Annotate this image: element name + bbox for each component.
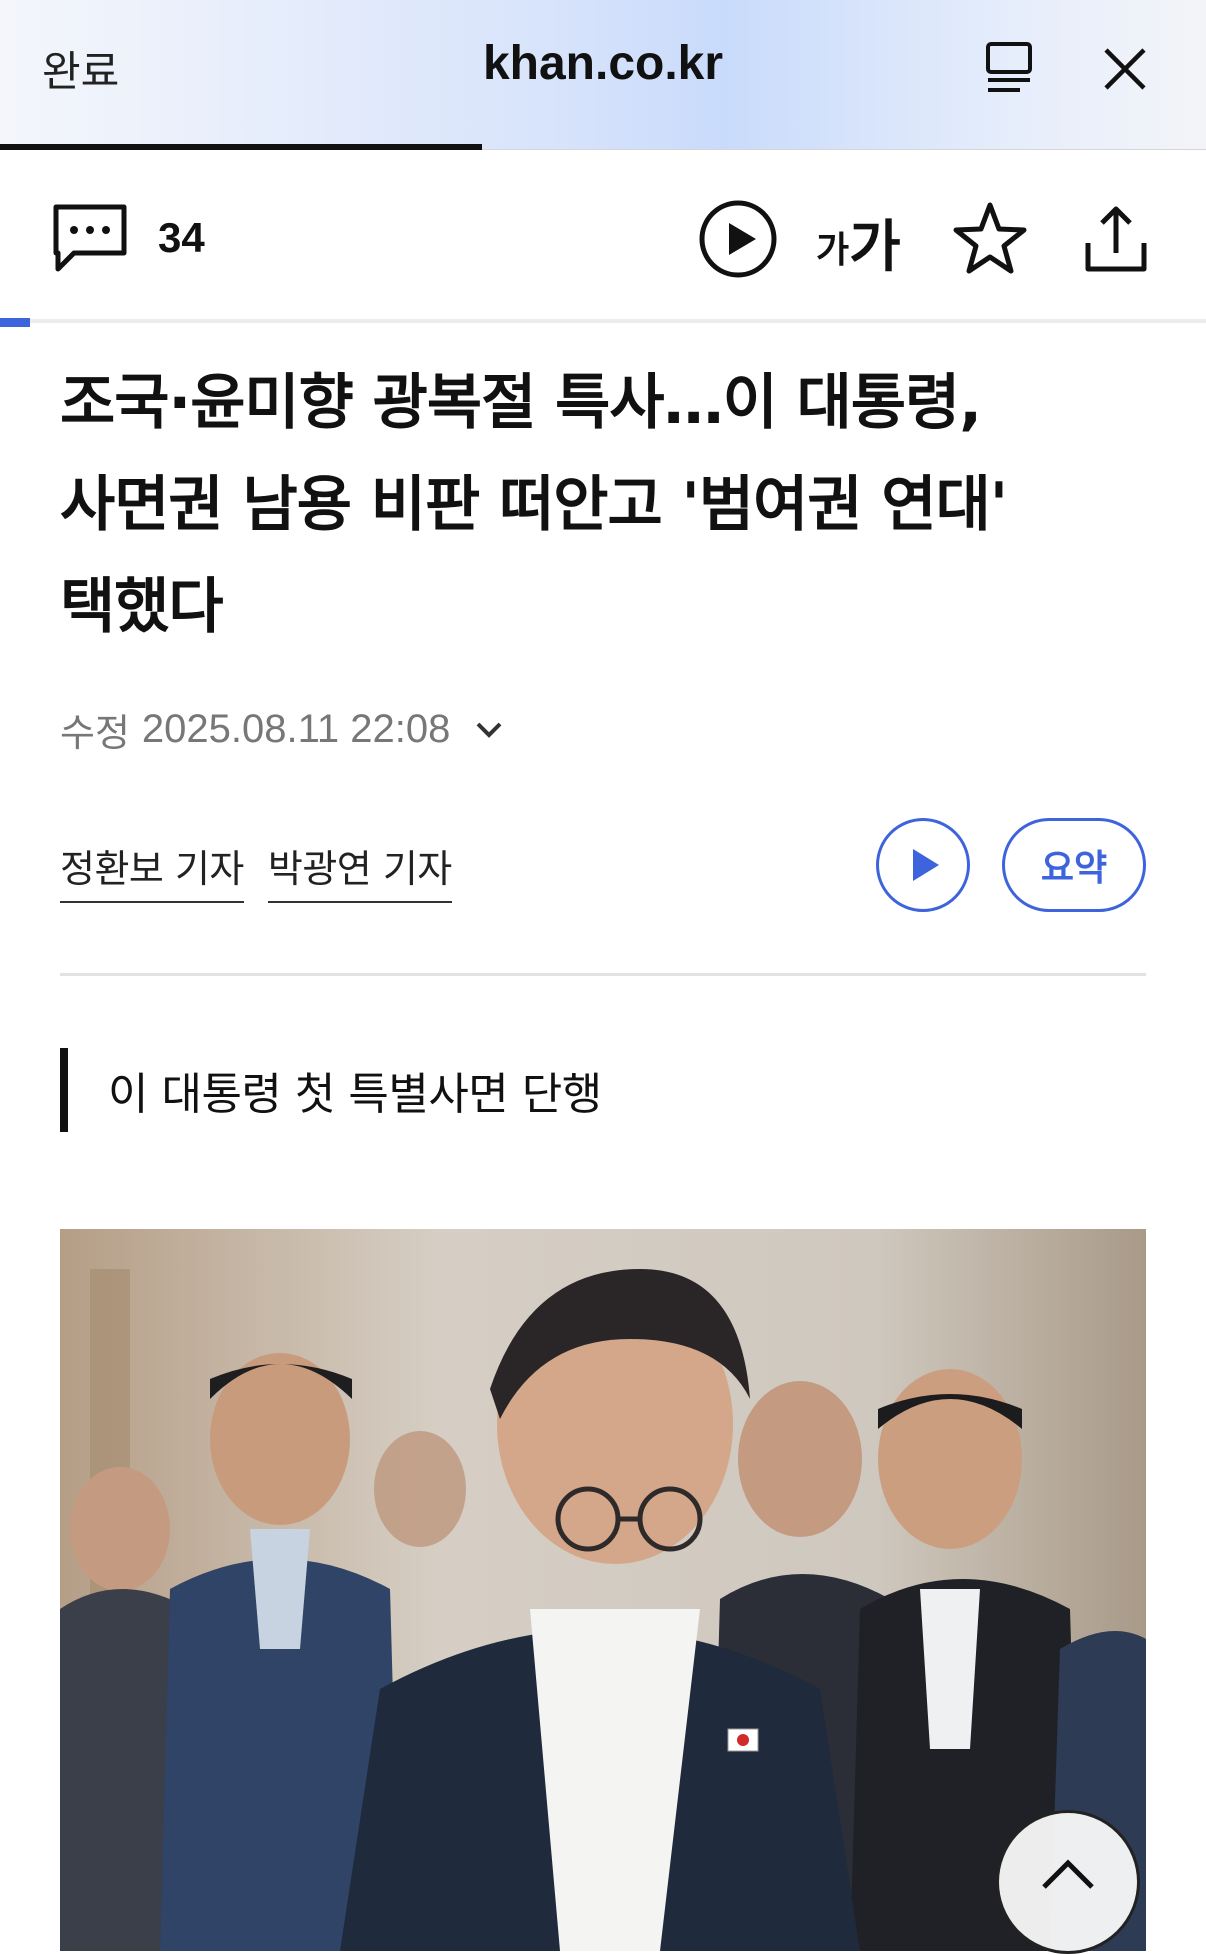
font-size-small-label: 가 xyxy=(816,230,850,271)
chevron-up-icon xyxy=(1042,1859,1094,1889)
byline: 정환보 기자 박광연 기자 xyxy=(60,838,476,903)
browser-top-bar: 완료 khan.co.kr xyxy=(0,0,1206,150)
listen-article-button[interactable] xyxy=(876,818,970,912)
chevron-down-icon xyxy=(476,722,502,738)
reporter-link[interactable]: 박광연 기자 xyxy=(267,838,452,903)
modified-datetime: 2025.08.11 22:08 xyxy=(141,707,451,751)
headline-line: 택했다 xyxy=(60,572,224,642)
page-load-progress xyxy=(0,144,483,150)
article-photo[interactable] xyxy=(60,1229,1146,1951)
modified-label: 수정 xyxy=(60,711,130,755)
play-icon[interactable] xyxy=(696,197,780,281)
comment-count: 34 xyxy=(158,214,205,261)
modified-date-toggle[interactable]: 수정 2025.08.11 22:08 xyxy=(60,702,506,757)
comment-icon xyxy=(53,204,127,272)
reporter-link[interactable]: 정환보 기자 xyxy=(60,838,244,903)
article-headline: 조국·윤미향 광복절 특사…이 대통령, 사면권 남용 비판 떠안고 '범여권 … xyxy=(60,352,1160,658)
reader-mode-icon[interactable] xyxy=(980,38,1040,98)
divider xyxy=(60,973,1146,976)
play-icon xyxy=(913,849,939,881)
font-size-large-label: 가 xyxy=(849,215,901,280)
close-icon[interactable] xyxy=(1098,42,1152,96)
share-icon[interactable] xyxy=(1074,197,1158,281)
comment-button[interactable]: 34 xyxy=(52,203,205,273)
summary-button[interactable]: 요약 xyxy=(1002,818,1146,912)
reading-progress-indicator xyxy=(0,318,30,327)
scroll-to-top-button[interactable] xyxy=(996,1810,1140,1954)
headline-line: 조국·윤미향 광복절 특사…이 대통령, xyxy=(60,368,982,438)
star-icon[interactable] xyxy=(948,197,1032,281)
font-size-button[interactable]: 가 가 xyxy=(816,203,901,283)
article-subheading: 이 대통령 첫 특별사면 단행 xyxy=(60,1048,602,1132)
headline-line: 사면권 남용 비판 떠안고 '범여권 연대' xyxy=(60,470,1008,540)
article-toolbar: 34 가 가 xyxy=(0,151,1206,327)
